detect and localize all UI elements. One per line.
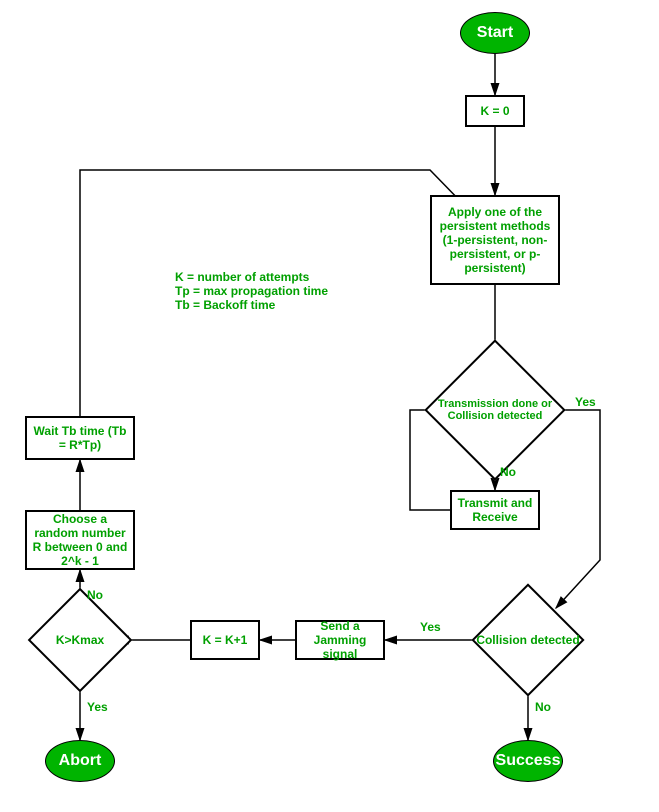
wait-tb-label: Wait Tb time (Tb = R*Tp)	[31, 424, 129, 452]
start-terminal: Start	[460, 12, 530, 54]
jamming-label: Send a Jamming signal	[301, 619, 379, 661]
edge-label-yes-3: Yes	[87, 700, 108, 714]
transmit-receive-process: Transmit and Receive	[450, 490, 540, 530]
start-label: Start	[477, 24, 513, 42]
collision-detected-label: Collision detected	[472, 600, 584, 680]
k-gt-kmax-label: K>Kmax	[28, 603, 132, 677]
tx-or-collision-decision: Transmission done or Collision detected	[445, 360, 545, 460]
collision-detected-decision: Collision detected	[488, 600, 568, 680]
success-terminal: Success	[493, 740, 563, 782]
inc-k-label: K = K+1	[203, 633, 248, 647]
abort-label: Abort	[59, 752, 102, 770]
wait-tb-process: Wait Tb time (Tb = R*Tp)	[25, 416, 135, 460]
apply-method-process: Apply one of the persistent methods (1-p…	[430, 195, 560, 285]
choose-r-label: Choose a random number R between 0 and 2…	[31, 512, 129, 568]
k-gt-kmax-decision: K>Kmax	[43, 603, 117, 677]
apply-method-label: Apply one of the persistent methods (1-p…	[436, 205, 554, 275]
success-label: Success	[496, 752, 561, 770]
flowchart-diagram: Start K = 0 Apply one of the persistent …	[0, 0, 659, 812]
transmit-receive-label: Transmit and Receive	[456, 496, 534, 524]
abort-terminal: Abort	[45, 740, 115, 782]
inc-k-process: K = K+1	[190, 620, 260, 660]
choose-r-process: Choose a random number R between 0 and 2…	[25, 510, 135, 570]
legend-text: K = number of attempts Tp = max propagat…	[175, 270, 328, 312]
init-k-label: K = 0	[480, 104, 509, 118]
edge-label-yes-1: Yes	[575, 395, 596, 409]
init-k-process: K = 0	[465, 95, 525, 127]
edge-label-no-1: No	[500, 465, 516, 479]
edge-label-no-2: No	[535, 700, 551, 714]
jamming-process: Send a Jamming signal	[295, 620, 385, 660]
edge-label-no-3: No	[87, 588, 103, 602]
edge-label-yes-2: Yes	[420, 620, 441, 634]
tx-or-collision-label: Transmission done or Collision detected	[425, 360, 565, 460]
